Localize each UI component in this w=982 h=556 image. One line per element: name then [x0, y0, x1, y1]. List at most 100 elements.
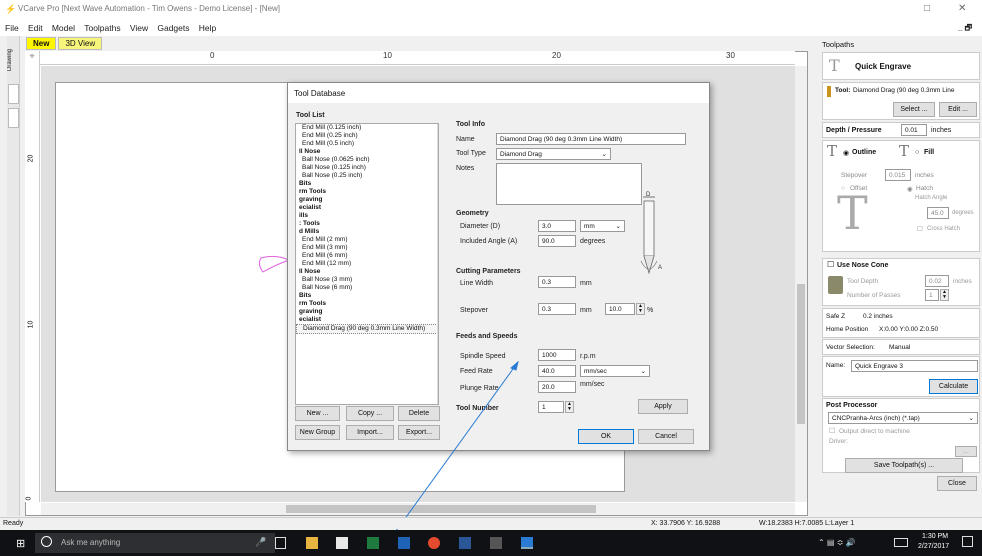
outlook-icon[interactable] [398, 537, 410, 549]
ok-button[interactable]: OK [578, 429, 634, 444]
stepover-percent-input[interactable]: 10.0 [605, 303, 635, 315]
tool-list-item[interactable]: Bits [296, 180, 438, 188]
new-group-button[interactable]: New Group [295, 425, 340, 440]
keyboard-icon[interactable] [894, 538, 908, 547]
feed-rate-input[interactable]: 40.0 [538, 365, 576, 377]
notifications-icon[interactable] [962, 536, 973, 547]
tool-number-input[interactable]: 1 [538, 401, 564, 413]
tool-list-item[interactable]: End Mill (12 mm) [296, 260, 438, 268]
tab-new[interactable]: New [26, 37, 57, 50]
tool-list-item[interactable]: ecialist [296, 204, 438, 212]
output-direct-checkbox[interactable]: ☐ [829, 427, 835, 435]
maximize-button[interactable]: □ [924, 3, 930, 14]
tool-list-item[interactable]: Ball Nose (0.25 inch) [296, 172, 438, 180]
hatch-angle-input[interactable]: 45.0 [927, 207, 949, 219]
tool-list-item[interactable]: ills [296, 212, 438, 220]
close-panel-button[interactable]: Close [937, 476, 977, 491]
scroll-thumb[interactable] [286, 505, 596, 513]
tool-list-item[interactable]: End Mill (0.25 inch) [296, 132, 438, 140]
export-button[interactable]: Export... [398, 425, 440, 440]
ruler-corner-icon[interactable]: ⌖ [25, 51, 40, 65]
tool-list-item[interactable]: ecialist [296, 316, 438, 324]
tool-list-item[interactable]: End Mill (0.5 inch) [296, 140, 438, 148]
menu-toolpaths[interactable]: Toolpaths [84, 23, 120, 33]
spindle-speed-input[interactable]: 1000 [538, 349, 576, 361]
start-windows-icon[interactable]: ⊞ [16, 537, 25, 550]
tool-list-item[interactable]: Ball Nose (6 mm) [296, 284, 438, 292]
tool-list-item[interactable]: rm Tools [296, 300, 438, 308]
tool-list[interactable]: End Mill (0.125 inch) End Mill (0.25 inch… [295, 123, 439, 405]
line-width-input[interactable]: 0.3 [538, 276, 576, 288]
diameter-unit-select[interactable]: mm ⌄ [580, 220, 625, 232]
canvas-vertical-scrollbar[interactable] [795, 66, 807, 502]
menu-view[interactable]: View [130, 23, 148, 33]
toolpath-name-input[interactable]: Quick Engrave 3 [851, 360, 978, 372]
microphone-icon[interactable]: 🎤 [255, 537, 266, 548]
tool-list-item[interactable]: d Mills [296, 228, 438, 236]
import-button[interactable]: Import... [346, 425, 394, 440]
nose-cone-checkbox[interactable]: ☐ [827, 260, 834, 269]
cancel-button[interactable]: Cancel [638, 429, 694, 444]
side-panel-button[interactable] [8, 84, 19, 104]
tool-type-select[interactable]: Diamond Drag ⌄ [496, 148, 611, 160]
tool-name-input[interactable]: Diamond Drag (90 deg 0.3mm Line Width) [496, 133, 686, 145]
menu-file[interactable]: File [5, 23, 19, 33]
cross-hatch-checkbox[interactable]: ☐ [917, 225, 923, 233]
menu-model[interactable]: Model [52, 23, 75, 33]
diameter-input[interactable]: 3.0 [538, 220, 576, 232]
tool-list-item[interactable]: End Mill (2 mm) [296, 236, 438, 244]
feed-unit-select[interactable]: mm/sec ⌄ [580, 365, 650, 377]
tool-list-scrollbar[interactable] [437, 124, 438, 404]
tray-icons[interactable]: ⌃ ▤ ≎ 🔊 [818, 538, 856, 547]
passes-spinner[interactable]: ▲ ▼ [940, 289, 949, 301]
app-icon[interactable] [490, 537, 502, 549]
search-box[interactable]: Ask me anything 🎤 [35, 533, 275, 553]
fill-radio[interactable]: ○ [915, 149, 919, 156]
new-tool-button[interactable]: New ... [295, 406, 340, 421]
save-toolpath-button[interactable]: Save Toolpath(s) ... [845, 458, 963, 473]
canvas-horizontal-scrollbar[interactable] [41, 503, 795, 515]
excel-icon[interactable] [367, 537, 379, 549]
menu-edit[interactable]: Edit [28, 23, 43, 33]
passes-input[interactable]: 1 [925, 289, 939, 301]
tool-list-item[interactable]: End Mill (3 mm) [296, 244, 438, 252]
calculate-button[interactable]: Calculate [929, 379, 978, 394]
tool-list-item[interactable]: Ball Nose (0.0625 inch) [296, 156, 438, 164]
angle-input[interactable]: 90.0 [538, 235, 576, 247]
vcarve-taskbar-icon[interactable] [521, 537, 533, 549]
stepover-input[interactable]: 0.015 [885, 169, 911, 181]
scroll-thumb[interactable] [797, 284, 805, 424]
tool-list-item[interactable]: : Tools [296, 220, 438, 228]
tool-list-item[interactable]: End Mill (6 mm) [296, 252, 438, 260]
menu-gadgets[interactable]: Gadgets [157, 23, 189, 33]
tab-3d-view[interactable]: 3D View [58, 37, 103, 50]
close-window-button[interactable]: ✕ [958, 3, 966, 14]
tool-list-item[interactable]: graving [296, 308, 438, 316]
tool-list-item[interactable]: graving [296, 196, 438, 204]
chrome-icon[interactable] [428, 537, 440, 549]
plunge-rate-input[interactable]: 20.0 [538, 381, 576, 393]
select-tool-button[interactable]: Select ... [893, 102, 935, 117]
tool-list-item[interactable]: End Mill (0.125 inch) [296, 124, 438, 132]
tool-list-item[interactable]: Diamond Drag (90 deg 0.3mm Line Width) [296, 324, 438, 334]
stepover-spinner[interactable]: ▲ ▼ [636, 303, 645, 315]
stepover-input[interactable]: 0.3 [538, 303, 576, 315]
tool-number-spinner[interactable]: ▲ ▼ [565, 401, 574, 413]
edit-tool-button[interactable]: Edit ... [939, 102, 977, 117]
menu-help[interactable]: Help [199, 23, 216, 33]
word-icon[interactable] [459, 537, 471, 549]
task-view-icon[interactable] [275, 537, 286, 549]
tool-list-item[interactable]: Ball Nose (0.125 inch) [296, 164, 438, 172]
calculator-icon[interactable] [336, 537, 348, 549]
delete-tool-button[interactable]: Delete [398, 406, 440, 421]
tool-list-item[interactable]: ll Nose [296, 148, 438, 156]
mdi-controls[interactable]: _ 🗗 [958, 22, 972, 36]
outline-radio[interactable]: ◉ [843, 149, 849, 157]
driver-browse-button[interactable]: ... [955, 446, 977, 457]
tool-list-item[interactable]: Bits [296, 292, 438, 300]
depth-input[interactable]: 0.01 [901, 124, 927, 136]
notes-textarea[interactable] [496, 163, 642, 205]
tool-list-item[interactable]: Ball Nose (3 mm) [296, 276, 438, 284]
tool-depth-input[interactable]: 0.02 [925, 275, 949, 287]
copy-tool-button[interactable]: Copy ... [346, 406, 394, 421]
